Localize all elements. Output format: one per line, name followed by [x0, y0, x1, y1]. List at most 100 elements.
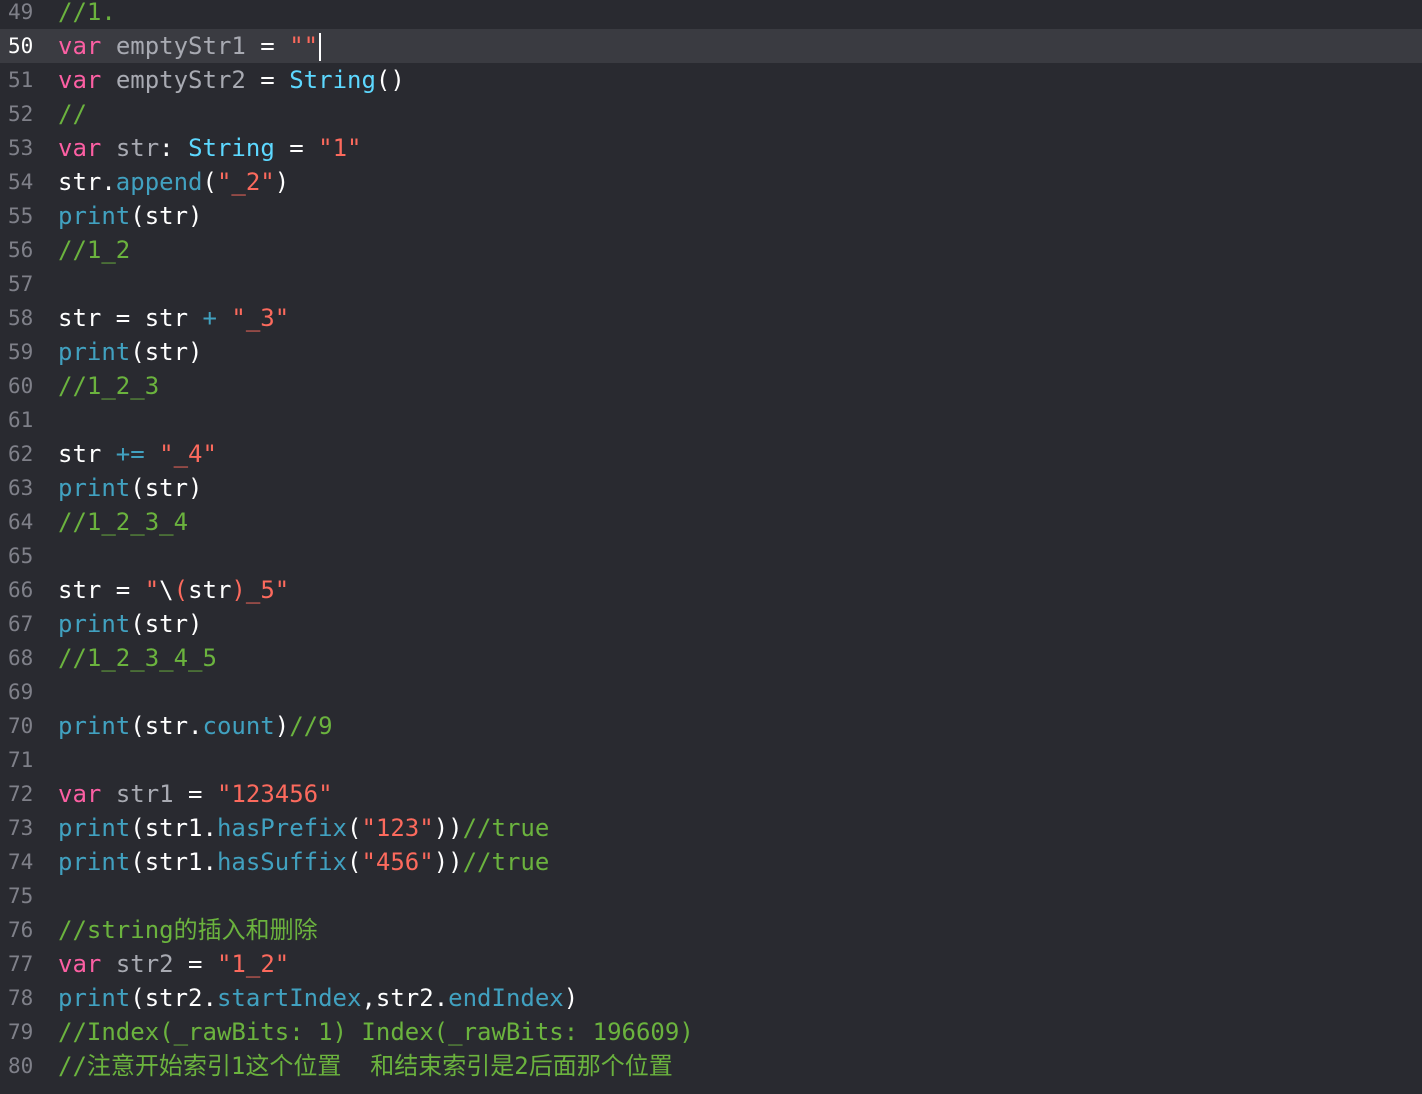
- token-plain: (str1.: [130, 814, 217, 842]
- code-text[interactable]: str = "\(str)_5": [58, 573, 289, 607]
- code-text[interactable]: print(str.count)//9: [58, 709, 333, 743]
- code-text[interactable]: str += "_4": [58, 437, 217, 471]
- token-plain: str =: [58, 576, 145, 604]
- token-comment: //Index(_rawBits: 1) Index(_rawBits: 196…: [58, 1018, 694, 1046]
- text-cursor: [319, 33, 322, 61]
- code-line[interactable]: 59 print(str): [0, 335, 1422, 369]
- code-text[interactable]: var emptyStr2 = String(): [58, 63, 405, 97]
- code-line[interactable]: 57: [0, 267, 1422, 301]
- token-comment: //注意开始索引1这个位置 和结束索引是2后面那个位置: [58, 1052, 673, 1080]
- code-text[interactable]: print(str2.startIndex,str2.endIndex): [58, 981, 578, 1015]
- line-number: 64: [8, 510, 34, 534]
- code-editor[interactable]: 49 //1. 50 var emptyStr1 = "" 51 var emptyStr…: [0, 0, 1422, 1094]
- token-comment: //true: [462, 814, 550, 842]
- code-line[interactable]: 67 print(str): [0, 607, 1422, 641]
- code-line[interactable]: 64 //1_2_3_4: [0, 505, 1422, 539]
- token-ident: str1: [115, 780, 174, 808]
- token-string: (: [173, 576, 189, 604]
- code-text[interactable]: //1_2_3: [58, 369, 159, 403]
- code-line[interactable]: 74 print(str1.hasSuffix("456"))//true: [0, 845, 1422, 879]
- code-line[interactable]: 49 //1.: [0, 0, 1422, 29]
- line-number: 76: [8, 918, 34, 942]
- code-text[interactable]: //1_2_3_4: [58, 505, 188, 539]
- code-line[interactable]: 52 //: [0, 97, 1422, 131]
- token-plain: ): [563, 984, 579, 1012]
- code-line[interactable]: 69: [0, 675, 1422, 709]
- code-text[interactable]: var str1 = "123456": [58, 777, 333, 811]
- code-text[interactable]: //: [58, 97, 87, 131]
- code-text[interactable]: print(str): [58, 335, 203, 369]
- code-line[interactable]: 77 var str2 = "1_2": [0, 947, 1422, 981]
- line-number: 79: [8, 1020, 34, 1044]
- code-text[interactable]: //1_2_3_4_5: [58, 641, 217, 675]
- code-line[interactable]: 63 print(str): [0, 471, 1422, 505]
- token-plain: :: [159, 134, 189, 162]
- code-line[interactable]: 54 str.append("_2"): [0, 165, 1422, 199]
- code-text[interactable]: //Index(_rawBits: 1) Index(_rawBits: 196…: [58, 1015, 694, 1049]
- token-func: +=: [115, 440, 145, 468]
- token-comment: //1_2_3: [58, 372, 160, 400]
- code-line[interactable]: 73 print(str1.hasPrefix("123"))//true: [0, 811, 1422, 845]
- code-text[interactable]: print(str1.hasSuffix("456"))//true: [58, 845, 549, 879]
- code-text[interactable]: print(str): [58, 471, 203, 505]
- code-line[interactable]: 53 var str: String = "1": [0, 131, 1422, 165]
- code-text[interactable]: str.append("_2"): [58, 165, 289, 199]
- code-text[interactable]: var str: String = "1": [58, 131, 362, 165]
- code-line[interactable]: 78 print(str2.startIndex,str2.endIndex): [0, 981, 1422, 1015]
- code-line[interactable]: 65: [0, 539, 1422, 573]
- code-line[interactable]: 68 //1_2_3_4_5: [0, 641, 1422, 675]
- line-number: 69: [8, 680, 34, 704]
- token-string: "_3": [231, 304, 290, 332]
- line-number: 56: [8, 238, 34, 262]
- code-line[interactable]: 80 //注意开始索引1这个位置 和结束索引是2后面那个位置: [0, 1049, 1422, 1083]
- code-text[interactable]: var str2 = "1_2": [58, 947, 289, 981]
- line-number: 59: [8, 340, 34, 364]
- token-string: "123": [361, 814, 434, 842]
- code-line[interactable]: 70 print(str.count)//9: [0, 709, 1422, 743]
- code-line[interactable]: 61: [0, 403, 1422, 437]
- code-text[interactable]: var emptyStr1 = "": [58, 29, 322, 63]
- token-string: "123456": [216, 780, 333, 808]
- code-text[interactable]: //1.: [58, 0, 116, 29]
- code-text[interactable]: print(str): [58, 199, 203, 233]
- token-string: ": [144, 576, 160, 604]
- line-number: 74: [8, 850, 34, 874]
- token-string: "_2": [216, 168, 275, 196]
- code-line[interactable]: 79 //Index(_rawBits: 1) Index(_rawBits: 1…: [0, 1015, 1422, 1049]
- token-plain: (str): [130, 610, 203, 638]
- code-line[interactable]: 75: [0, 879, 1422, 913]
- token-func: print: [58, 984, 131, 1012]
- token-keyword: var: [58, 950, 102, 978]
- line-number: 70: [8, 714, 34, 738]
- token-plain: (: [347, 814, 362, 842]
- code-line[interactable]: 55 print(str): [0, 199, 1422, 233]
- code-line[interactable]: 71: [0, 743, 1422, 777]
- code-line[interactable]: 62 str += "_4": [0, 437, 1422, 471]
- token-func: print: [58, 202, 131, 230]
- line-number: 62: [8, 442, 34, 466]
- token-plain: str: [188, 576, 232, 604]
- code-line[interactable]: 76 //string的插入和删除: [0, 913, 1422, 947]
- code-line[interactable]: 50 var emptyStr1 = "": [0, 29, 1422, 63]
- token-func: hasSuffix: [216, 848, 347, 876]
- code-text[interactable]: str = str + "_3": [58, 301, 289, 335]
- code-line[interactable]: 66 str = "\(str)_5": [0, 573, 1422, 607]
- code-line[interactable]: 56 //1_2: [0, 233, 1422, 267]
- token-plain: (: [347, 848, 362, 876]
- code-text[interactable]: //注意开始索引1这个位置 和结束索引是2后面那个位置: [58, 1049, 673, 1083]
- code-text[interactable]: //string的插入和删除: [58, 913, 318, 947]
- line-number: 53: [8, 136, 34, 160]
- code-line[interactable]: 58 str = str + "_3": [0, 301, 1422, 335]
- code-line[interactable]: 72 var str1 = "123456": [0, 777, 1422, 811]
- code-line[interactable]: 51 var emptyStr2 = String(): [0, 63, 1422, 97]
- token-string: "1_2": [216, 950, 290, 978]
- token-func: count: [202, 712, 275, 740]
- code-text[interactable]: print(str): [58, 607, 203, 641]
- code-line[interactable]: 60 //1_2_3: [0, 369, 1422, 403]
- line-number: 54: [8, 170, 34, 194]
- token-func: +: [202, 304, 217, 332]
- code-text[interactable]: //1_2: [58, 233, 130, 267]
- code-text[interactable]: print(str1.hasPrefix("123"))//true: [58, 811, 549, 845]
- token-plain: =: [274, 134, 319, 162]
